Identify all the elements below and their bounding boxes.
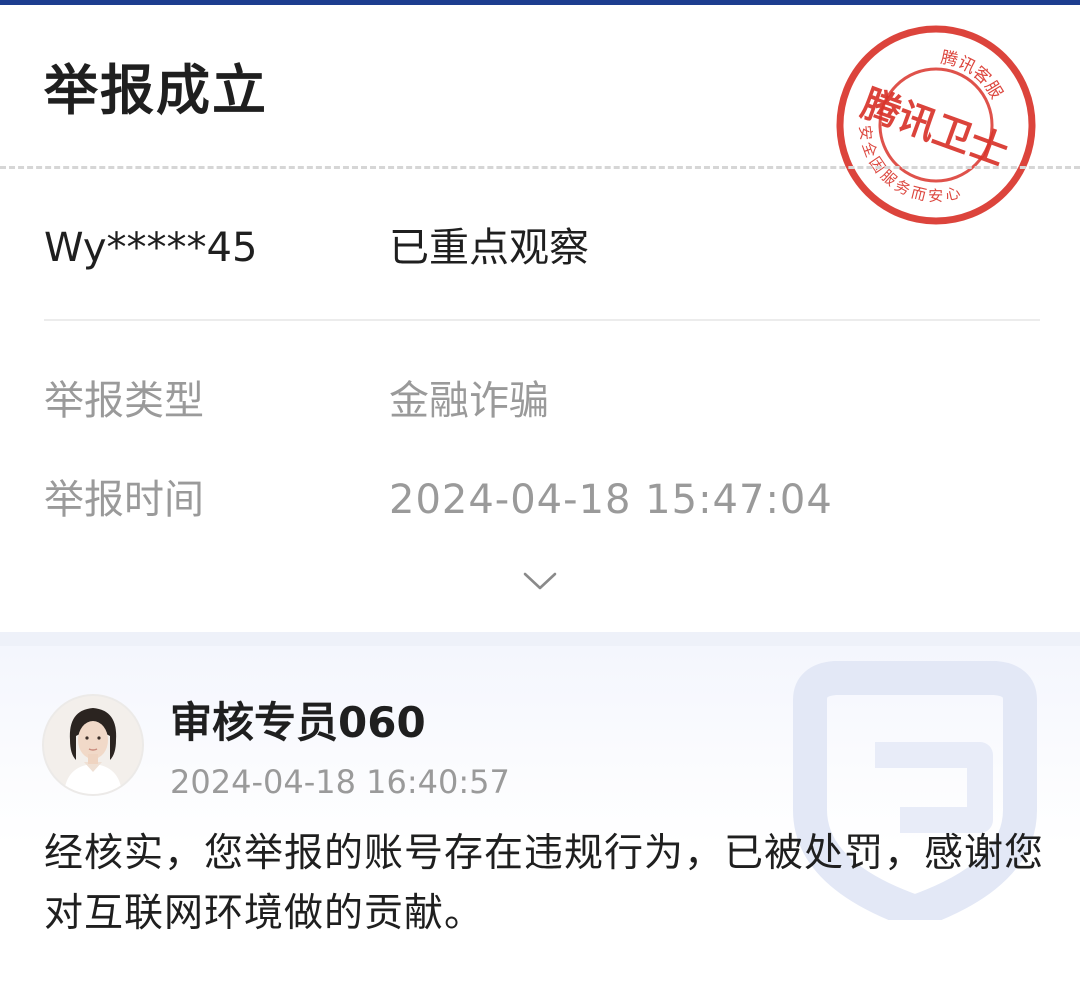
report-type-label: 举报类型 [44, 378, 204, 424]
title-divider [0, 166, 1080, 169]
review-card: 审核专员060 2024-04-18 16:40:57 经核实，您举报的账号存在… [0, 646, 1080, 1008]
account-status: 已重点观察 [389, 225, 589, 271]
review-time: 2024-04-18 16:40:57 [170, 763, 510, 801]
report-type-value: 金融诈骗 [389, 378, 549, 424]
tencent-guard-stamp: 腾讯客服 安全因服务而安心 腾讯卫士 [836, 25, 1036, 227]
details-divider [44, 319, 1040, 321]
page-title: 举报成立 [44, 59, 268, 122]
review-message: 经核实，您举报的账号存在违规行为，已被处罚，感谢您对互联网环境做的贡献。 [44, 831, 1045, 936]
avatar-photo [44, 696, 142, 794]
avatar [44, 696, 142, 794]
chevron-down-icon[interactable] [522, 569, 558, 593]
reported-account: Wy*****45 [44, 225, 258, 271]
section-separator [0, 632, 1080, 646]
reviewer-name: 审核专员060 [170, 698, 426, 747]
report-card: 举报成立 腾讯客服 安全因服务而安心 腾讯卫士 Wy*****45 已重点观察 … [0, 5, 1080, 632]
report-result-page: 举报成立 腾讯客服 安全因服务而安心 腾讯卫士 Wy*****45 已重点观察 … [0, 0, 1080, 1008]
report-time-value: 2024-04-18 15:47:04 [389, 477, 833, 523]
report-time-label: 举报时间 [44, 477, 204, 523]
